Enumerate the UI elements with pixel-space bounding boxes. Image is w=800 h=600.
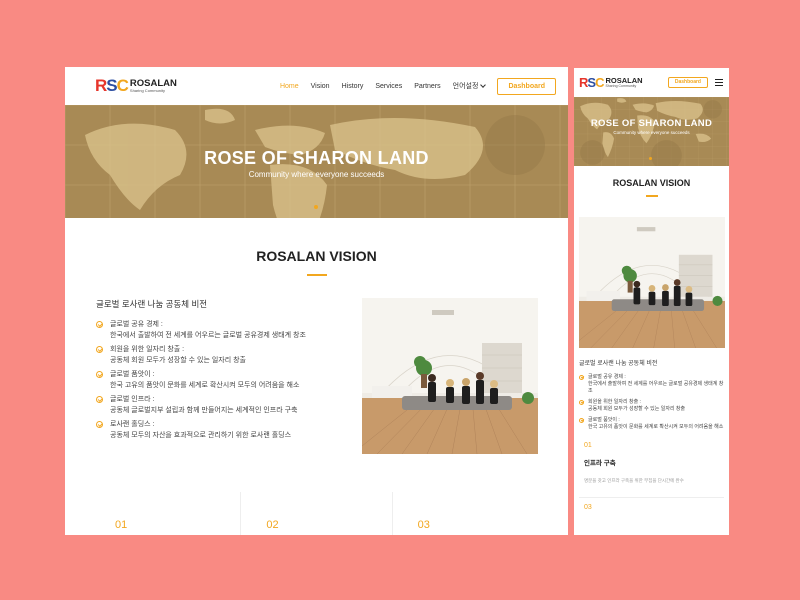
feature-title: 회원을 위한 일자리 창출 : — [588, 398, 641, 405]
feature-title: 글로벌 공유 경제 : — [110, 321, 163, 328]
title-underline — [306, 274, 327, 276]
vision-title: ROSALAN VISION — [256, 248, 377, 264]
number-card: 03 — [393, 492, 543, 535]
hero-title: ROSE OF SHARON LAND — [590, 118, 713, 129]
team-photo-image — [578, 216, 725, 348]
feature-title: 로사랜 홀딩스 : — [110, 421, 155, 428]
check-circle-icon — [96, 321, 103, 328]
divider — [579, 496, 724, 498]
dashboard-button[interactable]: Dashboard — [667, 77, 708, 88]
logo-text: ROSALAN Sharing Community — [130, 79, 177, 94]
hero-banner: ROSE OF SHARON LAND Community where ever… — [65, 105, 568, 218]
feature-desc: 공동체 글로벌지부 설립과 함께 만들어지는 세계적인 인프라 구축 — [110, 407, 298, 414]
team-photo-image — [362, 298, 538, 454]
logo-letter-c: C — [595, 75, 604, 90]
logo-letter-s: S — [106, 76, 117, 95]
feature-desc: 공동체 모두의 자산을 효과적으로 관리하기 위한 로사랜 홀딩스 — [110, 432, 292, 439]
hero-subtitle: Community where everyone succeeds — [248, 170, 385, 179]
brand-tagline: Sharing Community — [605, 84, 637, 88]
vision-text: 글로벌 로사랜 나눔 공동체 비전 글로벌 공유 경제 : 한국에서 출발하여 전… — [96, 298, 362, 454]
brand-logo[interactable]: RSC ROSALAN Sharing Community — [579, 75, 643, 90]
feature-desc: 한국 고유의 품앗이 문화를 세계로 확산시켜 모두의 어려움을 해소 — [588, 423, 724, 430]
feature-title: 글로벌 인프라 : — [110, 396, 155, 403]
check-circle-icon — [579, 374, 584, 380]
mobile-header: RSC ROSALAN Sharing Community Dashboard — [574, 68, 729, 97]
logo-letter-c: C — [116, 76, 129, 95]
team-photo — [362, 298, 538, 454]
logo-text: ROSALAN Sharing Community — [605, 75, 643, 89]
feature-item: 글로벌 공유 경제 : 한국에서 출발하여 전 세계를 어우르는 글로벌 공유경제… — [96, 320, 362, 341]
nav-home[interactable]: Home — [280, 83, 299, 90]
language-label: 언어설정 — [452, 83, 479, 90]
chevron-down-icon — [480, 82, 487, 88]
feature-title: 글로벌 품앗이 : — [110, 371, 155, 378]
number-card: 01 — [90, 492, 242, 535]
nav-partners[interactable]: Partners — [414, 83, 440, 90]
vision-intro: 글로벌 로사랜 나눔 공동체 비전 — [96, 299, 208, 309]
card-number: 03 — [417, 519, 430, 531]
check-circle-icon — [96, 396, 103, 403]
brand-name: ROSALAN — [129, 77, 177, 89]
mobile-mockup: RSC ROSALAN Sharing Community Dashboard … — [574, 68, 729, 535]
logo-mark: RSC — [95, 76, 129, 96]
feature-item: 글로벌 인프라 : 공동체 글로벌지부 설립과 함께 만들어지는 세계적인 인프라… — [96, 395, 362, 416]
slider-dot[interactable] — [314, 205, 318, 209]
hamburger-menu-icon[interactable] — [715, 79, 723, 86]
feature-desc: 공동체 회원 모두가 성장할 수 있는 일자리 창출 — [588, 405, 686, 412]
check-circle-icon — [579, 417, 584, 423]
card-number: 03 — [584, 503, 592, 511]
card-number: 01 — [115, 519, 128, 531]
feature-title: 글로벌 품앗이 : — [588, 416, 620, 423]
slider-dot[interactable] — [649, 157, 652, 160]
nav-language-select[interactable]: 언어설정 — [452, 81, 487, 91]
main-nav: Home Vision History Services Partners 언어… — [268, 77, 556, 95]
check-circle-icon — [96, 346, 103, 353]
feature-item: 글로벌 품앗이 : 한국 고유의 품앗이 문화를 세계로 확산시켜 모두의 어려움… — [96, 370, 362, 391]
feature-item: 글로벌 공유 경제 : 한국에서 출발하여 전 세계를 어우르는 글로벌 공유경제… — [579, 374, 724, 395]
feature-desc: 한국 고유의 품앗이 문화를 세계로 확산시켜 모두의 어려움을 해소 — [110, 382, 300, 389]
brand-tagline: Sharing Community — [129, 88, 166, 94]
brand-name: ROSALAN — [605, 75, 643, 85]
number-card: 02 — [241, 492, 393, 535]
card-desc: 명분을 갖고 인프라 구축을 위한 부집을 단시간에 완수 — [584, 477, 684, 483]
feature-item: 회원을 위한 일자리 창출 : 공동체 회원 모두가 성장할 수 있는 일자리 창… — [579, 399, 724, 413]
dashboard-button[interactable]: Dashboard — [497, 77, 556, 95]
nav-services[interactable]: Services — [375, 83, 402, 90]
feature-title: 회원을 위한 일자리 창출 : — [110, 346, 185, 353]
feature-desc: 한국에서 출발하여 전 세계를 어우르는 글로벌 공유경제 생태계 창조 — [110, 332, 306, 339]
check-circle-icon — [579, 399, 584, 405]
hero-title: ROSE OF SHARON LAND — [204, 148, 429, 168]
logo-mark: RSC — [579, 75, 605, 90]
feature-item: 로사랜 홀딩스 : 공동체 모두의 자산을 효과적으로 관리하기 위한 로사랜 홀… — [96, 420, 362, 441]
team-photo — [578, 216, 725, 348]
check-circle-icon — [96, 421, 103, 428]
title-underline — [645, 195, 658, 197]
hero-banner: ROSE OF SHARON LAND Community where ever… — [574, 97, 729, 166]
vision-text: 글로벌 로사랜 나눔 공동체 비전 글로벌 공유 경제 : 한국에서 출발하여 전… — [574, 358, 729, 431]
vision-title: ROSALAN VISION — [612, 178, 691, 188]
feature-item: 회원을 위한 일자리 창출 : 공동체 회원 모두가 성장할 수 있는 일자리 창… — [96, 345, 362, 366]
logo-letter-r: R — [95, 76, 107, 95]
hero-subtitle: Community where everyone succeeds — [613, 130, 690, 135]
desktop-mockup: RSC ROSALAN Sharing Community Home Visio… — [65, 67, 568, 535]
feature-desc: 한국에서 출발하여 전 세계를 어우르는 글로벌 공유경제 생태계 창조 — [588, 380, 724, 394]
check-circle-icon — [96, 371, 103, 378]
card-title: 인프라 구축 — [584, 459, 616, 467]
vision-intro: 글로벌 로사랜 나눔 공동체 비전 — [579, 360, 658, 367]
nav-history[interactable]: History — [342, 83, 364, 90]
brand-logo[interactable]: RSC ROSALAN Sharing Community — [95, 76, 177, 96]
info-card: 01 인프라 구축 명분을 갖고 인프라 구축을 위한 부집을 단시간에 완수 — [574, 442, 729, 484]
vision-content: 글로벌 로사랜 나눔 공동체 비전 글로벌 공유 경제 : 한국에서 출발하여 전… — [65, 298, 568, 454]
logo-letter-s: S — [587, 75, 596, 90]
card-number: 02 — [266, 519, 279, 531]
feature-desc: 공동체 회원 모두가 성장할 수 있는 일자리 창출 — [110, 357, 246, 364]
card-number: 01 — [584, 441, 592, 449]
nav-vision[interactable]: Vision — [311, 83, 330, 90]
site-header: RSC ROSALAN Sharing Community Home Visio… — [65, 67, 568, 105]
feature-title: 글로벌 공유 경제 : — [588, 373, 626, 380]
feature-item: 글로벌 품앗이 : 한국 고유의 품앗이 문화를 세계로 확산시켜 모두의 어려움… — [579, 417, 724, 431]
number-cards: 01 02 03 — [65, 492, 568, 535]
